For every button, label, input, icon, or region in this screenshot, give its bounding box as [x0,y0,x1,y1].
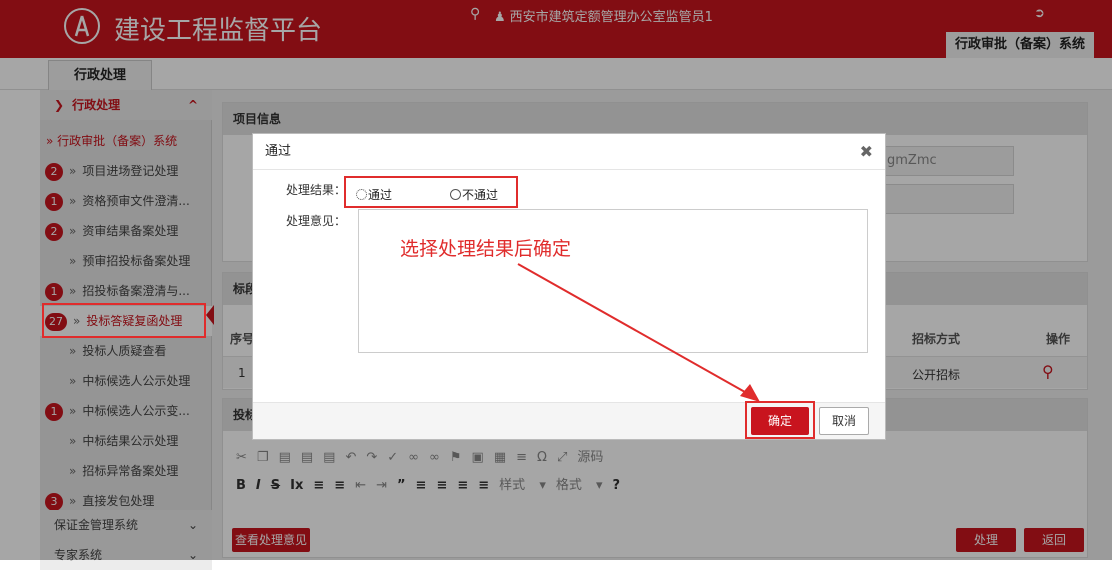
ok-button[interactable]: 确定 [751,407,809,435]
annotation-arrow [517,263,760,402]
cancel-button[interactable]: 取消 [819,407,869,435]
sidebar-highlight [42,303,206,338]
